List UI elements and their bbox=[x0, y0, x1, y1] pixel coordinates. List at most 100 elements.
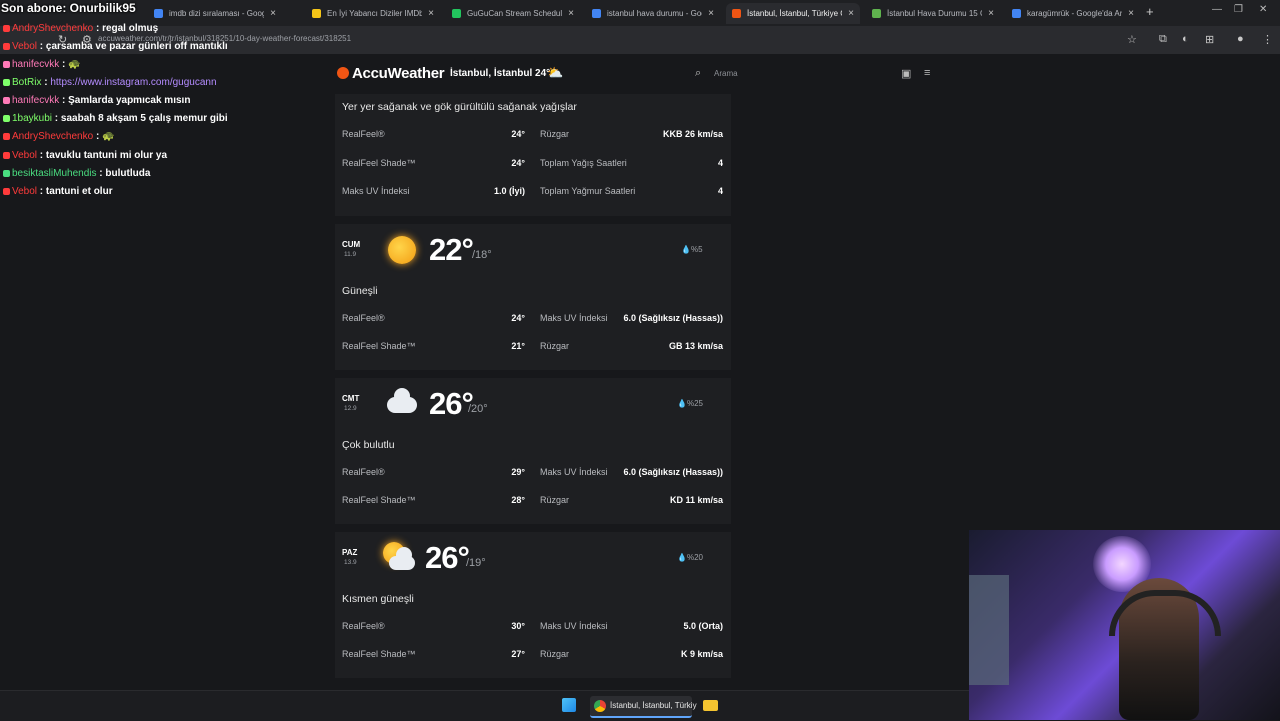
browser-tab[interactable]: İstanbul Hava Durumu 15 G × bbox=[866, 3, 1000, 24]
detail-label: RealFeel Shade™ bbox=[342, 341, 416, 351]
low-temp: /18° bbox=[472, 249, 492, 261]
video-icon[interactable]: ▣ bbox=[901, 67, 911, 80]
detail-label: RealFeel® bbox=[342, 621, 385, 631]
browser-tab[interactable]: karagümrük - Google'da Ara × bbox=[1006, 3, 1140, 24]
forecast-card-cmt[interactable]: CMT 12.9 26° /20° 💧%25 Çok bulutlu RealF… bbox=[335, 378, 731, 524]
chat-message: AndryShevchenko : 🐢 bbox=[3, 131, 115, 142]
drop-icon: 💧 bbox=[677, 399, 687, 408]
detail-value: 24° bbox=[511, 129, 525, 139]
tab-favicon-icon bbox=[732, 9, 741, 18]
precip-chance: 💧%25 bbox=[677, 399, 703, 408]
detail-value: K 9 km/sa bbox=[680, 649, 723, 659]
chat-badge-icon bbox=[3, 151, 10, 159]
condition-text: Çok bulutlu bbox=[342, 439, 395, 451]
detail-value: 21° bbox=[511, 341, 525, 351]
detail-row: RealFeel® 29° Maks UV İndeksi 6.0 (Sağlı… bbox=[342, 467, 723, 485]
chat-text: çarsamba ve pazar günleri off mantıklı bbox=[45, 41, 228, 52]
minimize-icon[interactable]: — bbox=[1212, 4, 1222, 15]
chat-separator: : bbox=[93, 131, 103, 142]
browser-tab[interactable]: İstanbul, İstanbul, Türkiye G × bbox=[726, 3, 860, 24]
cloud-icon bbox=[387, 388, 417, 413]
tab-favicon-icon bbox=[312, 9, 321, 18]
chat-badge-icon bbox=[3, 78, 10, 86]
chat-separator: : bbox=[37, 150, 46, 161]
detail-label: RealFeel Shade™ bbox=[342, 158, 416, 168]
chat-username: AndryShevchenko bbox=[12, 131, 94, 142]
detail-row: RealFeel Shade™ 28° Rüzgar KD 11 km/sa bbox=[342, 495, 723, 513]
chat-username: hanifecvkk bbox=[12, 95, 60, 106]
chat-message: Vebol : tavuklu tantuni mi olur ya bbox=[3, 150, 167, 161]
detail-value: GB 13 km/sa bbox=[668, 341, 723, 351]
detail-value: 4 bbox=[717, 158, 723, 168]
browser-tab[interactable]: imdb dizi sıralaması - Google × bbox=[148, 3, 282, 24]
tab-label: İstanbul, İstanbul, Türkiye G bbox=[747, 9, 843, 18]
chat-text: Şamlarda yapmıcak mısın bbox=[68, 95, 191, 106]
forecast-card-previous: Yer yer sağanak ve gök gürültülü sağanak… bbox=[335, 94, 731, 216]
detail-value: 6.0 (Sağlıksız (Hassas)) bbox=[623, 313, 723, 323]
detail-label: Maks UV İndeksi bbox=[540, 467, 608, 477]
menu-dots-icon[interactable]: ⋮ bbox=[1262, 33, 1273, 46]
chat-separator: : bbox=[52, 113, 61, 124]
profile-avatar-icon[interactable]: ● bbox=[1237, 33, 1244, 45]
taskbar-chrome-item[interactable]: İstanbul, İstanbul, Türkiy bbox=[590, 696, 697, 718]
chat-text: https://www.instagram.com/gugucann bbox=[50, 77, 217, 88]
taskbar-chrome-label: İstanbul, İstanbul, Türkiy bbox=[610, 701, 697, 710]
bookmark-star-icon[interactable]: ☆ bbox=[1127, 33, 1137, 46]
extension-icon[interactable]: ⧉ bbox=[1159, 33, 1167, 46]
tab-label: karagümrük - Google'da Ara bbox=[1027, 9, 1123, 18]
precip-value: %5 bbox=[690, 245, 703, 254]
chat-username: hanifecvkk bbox=[12, 59, 60, 70]
forecast-card-cum[interactable]: CUM 11.9 22° /18° 💧%5 Güneşli RealFeel® … bbox=[335, 224, 731, 370]
detail-label: RealFeel Shade™ bbox=[342, 649, 416, 659]
tab-close-icon[interactable]: × bbox=[988, 8, 994, 19]
search-input[interactable]: Arama bbox=[714, 69, 738, 78]
file-explorer-icon[interactable] bbox=[703, 700, 718, 711]
detail-label: Maks UV İndeksi bbox=[540, 313, 608, 323]
tab-close-icon[interactable]: × bbox=[1128, 8, 1134, 19]
drop-icon: 💧 bbox=[677, 553, 687, 562]
accuweather-logo-icon[interactable] bbox=[337, 67, 349, 79]
detail-value: KKB 26 km/sa bbox=[662, 129, 723, 139]
close-window-icon[interactable]: ✕ bbox=[1259, 4, 1267, 15]
detail-label: Toplam Yağış Saatleri bbox=[540, 158, 627, 168]
search-icon[interactable]: ⌕ bbox=[695, 67, 701, 80]
detail-value: 30° bbox=[511, 621, 525, 631]
maximize-icon[interactable]: ❐ bbox=[1234, 4, 1243, 15]
hamburger-menu-icon[interactable]: ≡ bbox=[924, 67, 930, 79]
tab-close-icon[interactable]: × bbox=[428, 8, 434, 19]
tab-close-icon[interactable]: × bbox=[270, 8, 276, 19]
detail-value: 1.0 (İyi) bbox=[493, 186, 525, 196]
forecast-card-paz[interactable]: PAZ 13.9 26° /19° 💧%20 Kısmen güneşli Re… bbox=[335, 532, 731, 678]
detail-label: Maks UV İndeksi bbox=[540, 621, 608, 631]
browser-tab[interactable]: GuGuCan Stream Schedule × bbox=[446, 3, 580, 24]
tab-close-icon[interactable]: × bbox=[848, 8, 854, 19]
browser-tab[interactable]: istanbul hava durumu - Goo × bbox=[586, 3, 720, 24]
detail-label: Rüzgar bbox=[540, 341, 570, 351]
windows-start-icon[interactable] bbox=[562, 698, 576, 712]
chat-badge-icon bbox=[3, 132, 10, 140]
chat-badge-icon bbox=[3, 60, 10, 68]
tab-close-icon[interactable]: × bbox=[708, 8, 714, 19]
tab-close-icon[interactable]: × bbox=[568, 8, 574, 19]
chat-text: regal olmuş bbox=[102, 23, 159, 34]
tab-label: En İyi Yabancı Diziler IMDb bbox=[327, 9, 423, 18]
header-location[interactable]: İstanbul, İstanbul 24°C bbox=[450, 68, 557, 79]
chat-separator: : bbox=[59, 59, 69, 70]
chat-text: tavuklu tantuni mi olur ya bbox=[45, 150, 168, 161]
chat-message: hanifecvkk : 🐢 bbox=[3, 59, 81, 70]
tab-favicon-icon bbox=[452, 9, 461, 18]
puzzle-icon[interactable]: ⊞ bbox=[1205, 33, 1214, 46]
detail-label: Rüzgar bbox=[540, 129, 570, 139]
day-name: CUM bbox=[342, 240, 361, 249]
extension-icon-2[interactable]: ◐ bbox=[1182, 33, 1189, 45]
chat-message: BotRix : https://www.instagram.com/guguc… bbox=[3, 77, 217, 88]
accuweather-logo[interactable]: AccuWeather bbox=[352, 65, 445, 82]
tab-label: İstanbul Hava Durumu 15 G bbox=[887, 9, 983, 18]
precip-value: %20 bbox=[686, 553, 703, 562]
new-tab-button[interactable]: + bbox=[1146, 4, 1154, 19]
sun-icon bbox=[388, 236, 416, 264]
high-temp: 22° bbox=[429, 232, 474, 267]
chat-message: Vebol : tantuni et olur bbox=[3, 186, 113, 197]
partly-sunny-icon: ⛅ bbox=[547, 65, 564, 80]
browser-tab[interactable]: En İyi Yabancı Diziler IMDb × bbox=[306, 3, 440, 24]
